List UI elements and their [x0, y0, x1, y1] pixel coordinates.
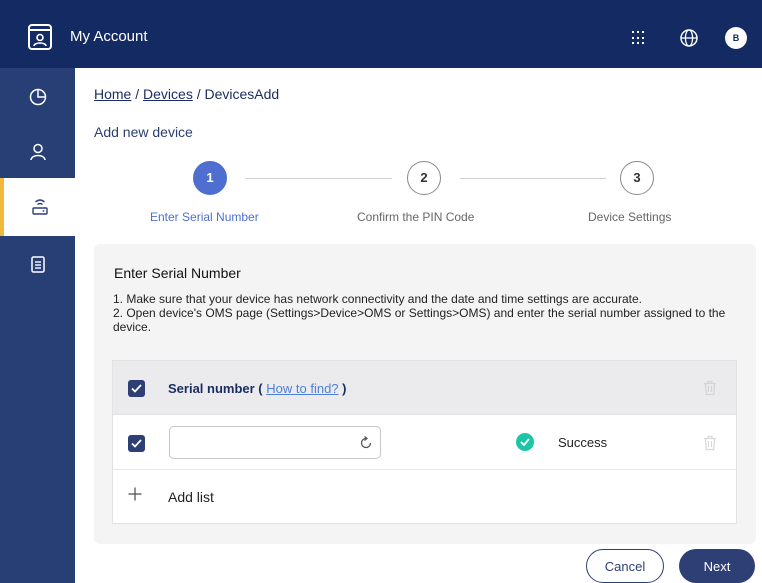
step-1-circle: 1 [193, 161, 227, 195]
plus-icon[interactable] [128, 487, 142, 501]
serial-number-header-close: ) [338, 381, 347, 396]
sidebar-item-reports[interactable] [0, 236, 75, 294]
sidebar-item-devices[interactable] [0, 178, 75, 236]
step-2-label: Confirm the PIN Code [357, 210, 475, 224]
step-3-circle: 3 [620, 161, 654, 195]
serial-number-input[interactable] [169, 426, 381, 459]
user-avatar[interactable]: B [725, 27, 747, 49]
status-label: Success [558, 435, 608, 450]
globe-icon[interactable] [679, 28, 699, 48]
row-checkbox[interactable] [128, 435, 145, 452]
breadcrumb-separator: / [192, 86, 205, 102]
serial-number-header-text: Serial number ( [168, 381, 263, 396]
step-3-label: Device Settings [588, 210, 672, 224]
refresh-icon[interactable] [359, 436, 373, 450]
add-list-label[interactable]: Add list [168, 489, 214, 505]
page-title: Add new device [94, 124, 193, 140]
table-row: Success [113, 416, 736, 470]
step-2-circle: 2 [407, 161, 441, 195]
instruction-1: 1. Make sure that your device has networ… [113, 292, 642, 306]
breadcrumb-current: DevicesAdd [204, 86, 280, 102]
table-header-row: Serial number ( How to find? ) [113, 361, 736, 415]
instructions: 1. Make sure that your device has networ… [113, 292, 743, 334]
instruction-2: 2. Open device's OMS page (Settings>Devi… [113, 306, 726, 334]
apps-grid-icon[interactable] [632, 31, 646, 45]
breadcrumb-home[interactable]: Home [94, 86, 131, 102]
step-connector [460, 178, 606, 179]
delete-row-trash-icon[interactable] [703, 435, 717, 451]
serial-number-table: Serial number ( How to find? ) Success A… [112, 360, 737, 524]
sidebar [0, 68, 75, 583]
breadcrumb: Home / Devices / DevicesAdd [94, 86, 279, 102]
sidebar-item-account[interactable] [0, 123, 75, 181]
dashboard-pie-icon [29, 88, 46, 106]
step-1-label: Enter Serial Number [150, 210, 259, 224]
document-list-icon [30, 256, 45, 273]
cancel-button[interactable]: Cancel [586, 549, 664, 583]
breadcrumb-separator: / [131, 86, 144, 102]
user-icon [29, 143, 46, 161]
delete-all-trash-icon[interactable] [703, 380, 717, 396]
step-connector [246, 178, 392, 179]
app-title: My Account [70, 28, 148, 45]
add-list-row[interactable]: Add list [113, 471, 736, 523]
how-to-find-link[interactable]: How to find? [266, 381, 338, 396]
select-all-checkbox[interactable] [128, 380, 145, 397]
top-bar: My Account B [0, 0, 762, 68]
next-button[interactable]: Next [679, 549, 755, 583]
breadcrumb-devices[interactable]: Devices [143, 86, 193, 102]
app-logo-icon[interactable] [28, 24, 52, 50]
section-title: Enter Serial Number [114, 265, 241, 281]
success-check-icon [516, 433, 534, 451]
router-device-icon [31, 199, 48, 215]
sidebar-item-dashboard[interactable] [0, 68, 75, 126]
serial-number-column-header: Serial number ( How to find? ) [168, 381, 346, 396]
